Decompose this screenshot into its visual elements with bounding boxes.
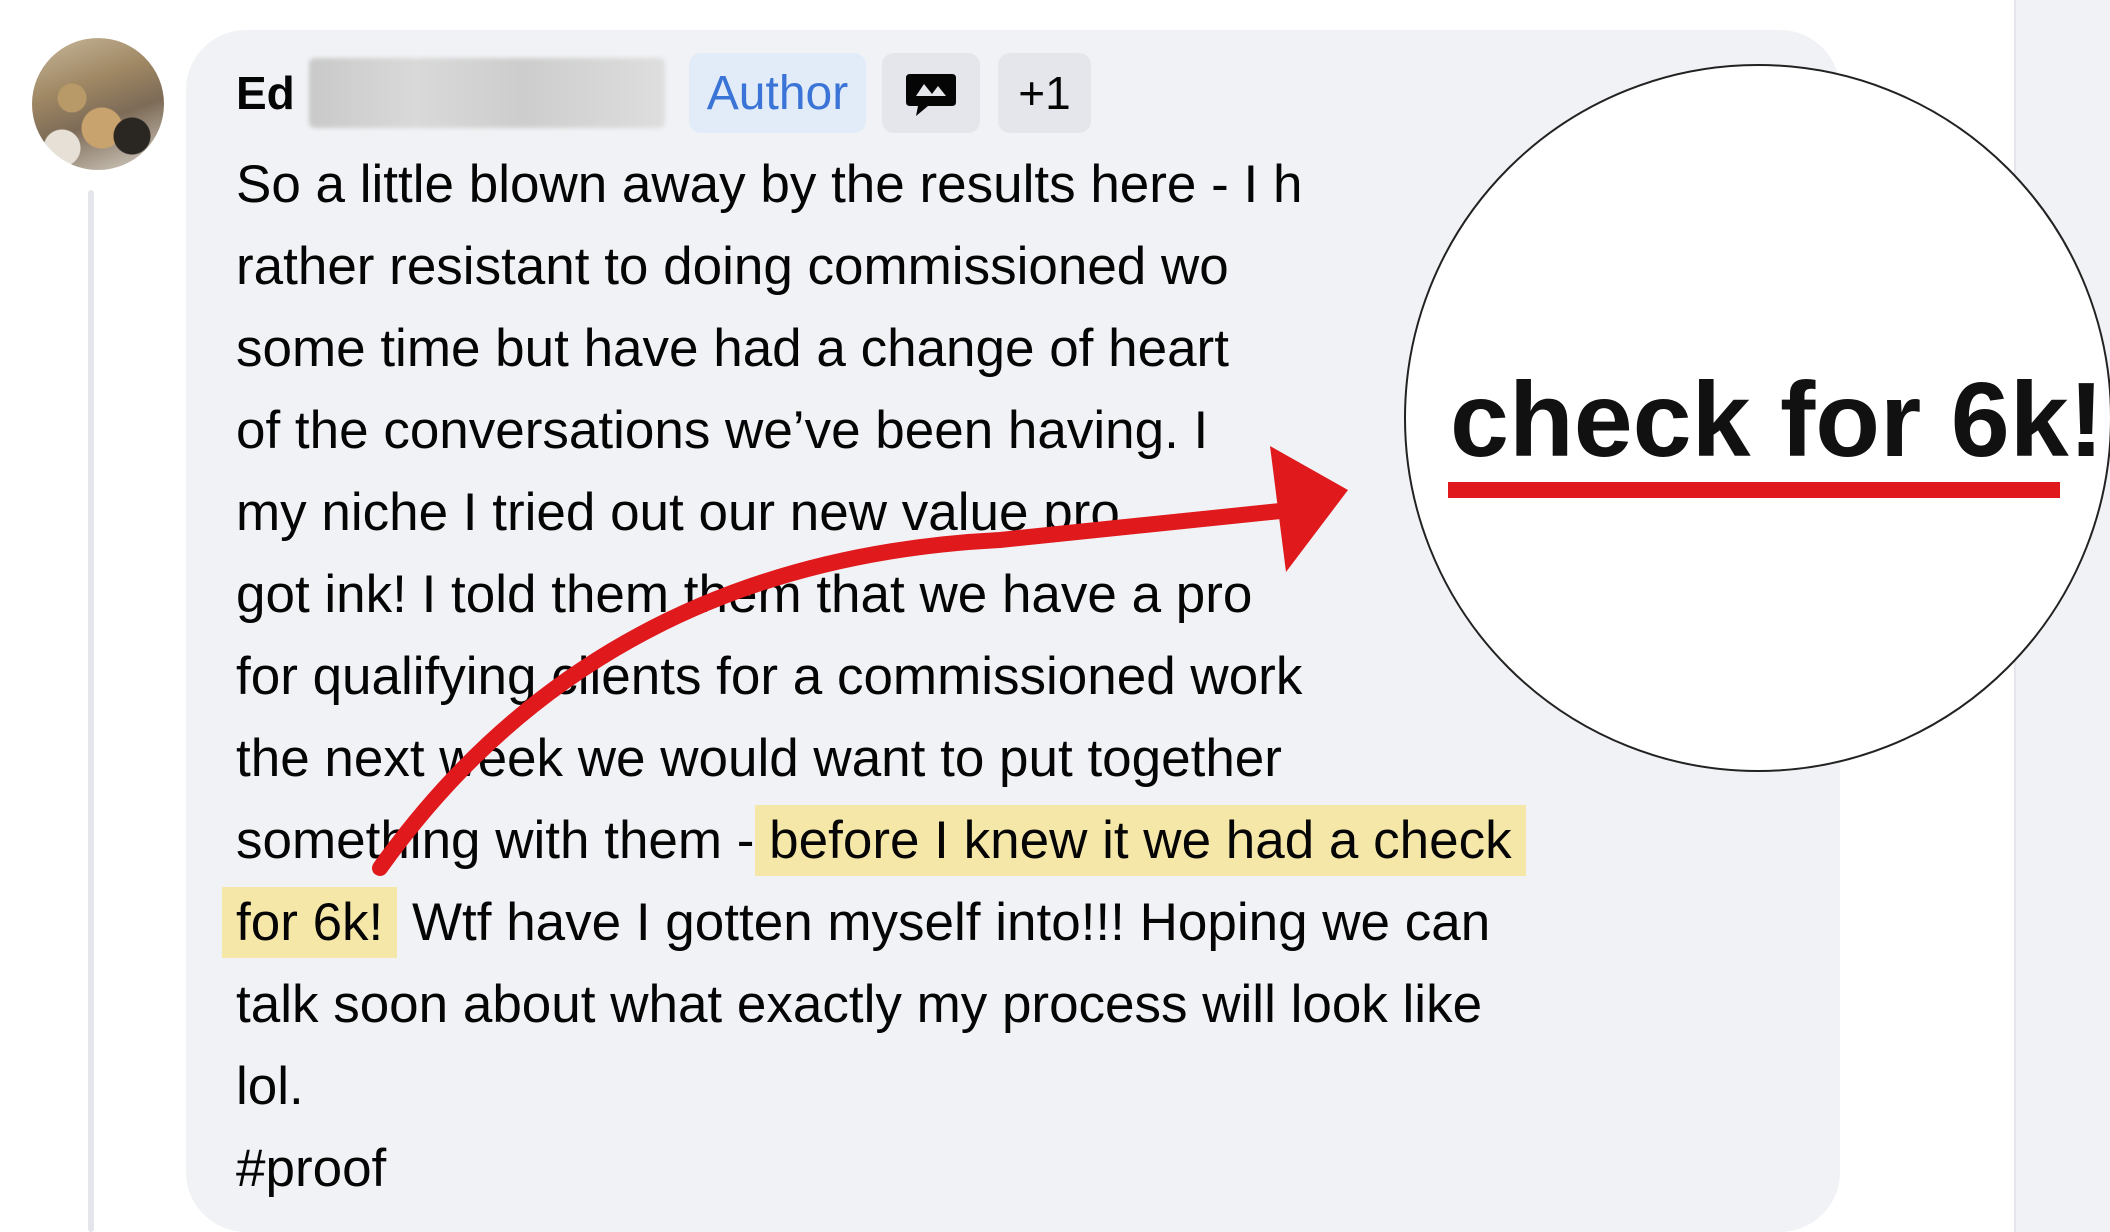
arrow-annotation <box>372 446 1348 876</box>
